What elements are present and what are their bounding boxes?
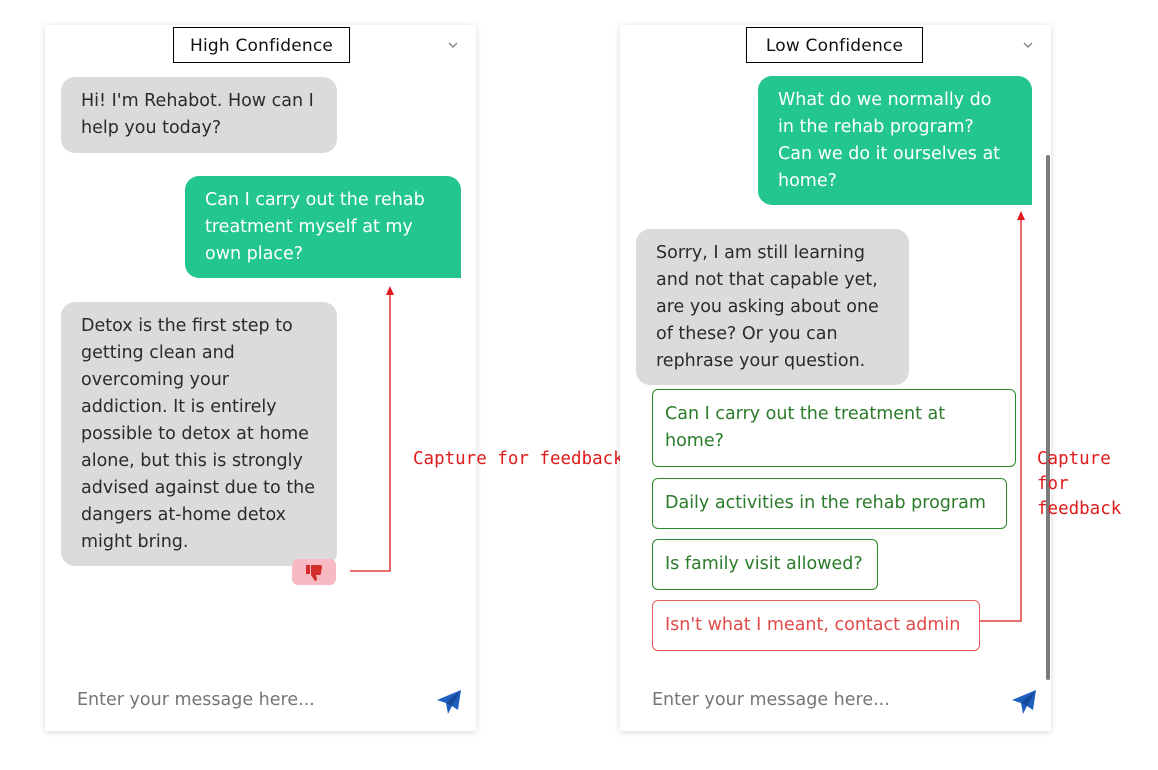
paper-plane-icon[interactable] — [1011, 689, 1037, 715]
feedback-annotation-arrow — [980, 211, 1025, 622]
user-message-bubble: Can I carry out the rehab treatment myse… — [185, 176, 461, 278]
annotation-label: Capture for feedback — [413, 449, 624, 469]
suggestion-option[interactable]: Can I carry out the treatment at home? — [652, 389, 1016, 467]
feedback-annotation-arrow — [350, 286, 394, 572]
bot-greeting-bubble: Hi! I'm Rehabot. How can I help you toda… — [61, 77, 337, 153]
bot-answer-bubble: Detox is the first step to getting clean… — [61, 302, 337, 566]
chevron-down-icon[interactable] — [1023, 40, 1033, 50]
bot-fallback-bubble: Sorry, I am still learning and not that … — [636, 229, 909, 385]
panel-title: High Confidence — [173, 27, 350, 63]
panel-title: Low Confidence — [746, 27, 923, 63]
message-input-row — [45, 677, 476, 731]
thumbs-down-button[interactable] — [292, 559, 336, 585]
message-input[interactable] — [75, 689, 409, 711]
paper-plane-icon[interactable] — [436, 689, 462, 715]
suggestion-option[interactable]: Is family visit allowed? — [652, 539, 878, 590]
contact-admin-option[interactable]: Isn't what I meant, contact admin — [652, 600, 980, 651]
thumbs-down-icon — [306, 565, 322, 581]
chat-panel-high-confidence: High Confidence Hi! I'm Rehabot. How can… — [45, 25, 476, 731]
suggestion-option[interactable]: Daily activities in the rehab program — [652, 478, 1007, 529]
annotation-label: Capture for feedback — [1037, 449, 1122, 519]
user-message-bubble: What do we normally do in the rehab prog… — [758, 76, 1032, 205]
scrollbar[interactable] — [1046, 155, 1050, 680]
message-input-row — [620, 677, 1051, 731]
message-input[interactable] — [650, 689, 984, 711]
chevron-down-icon[interactable] — [448, 40, 458, 50]
